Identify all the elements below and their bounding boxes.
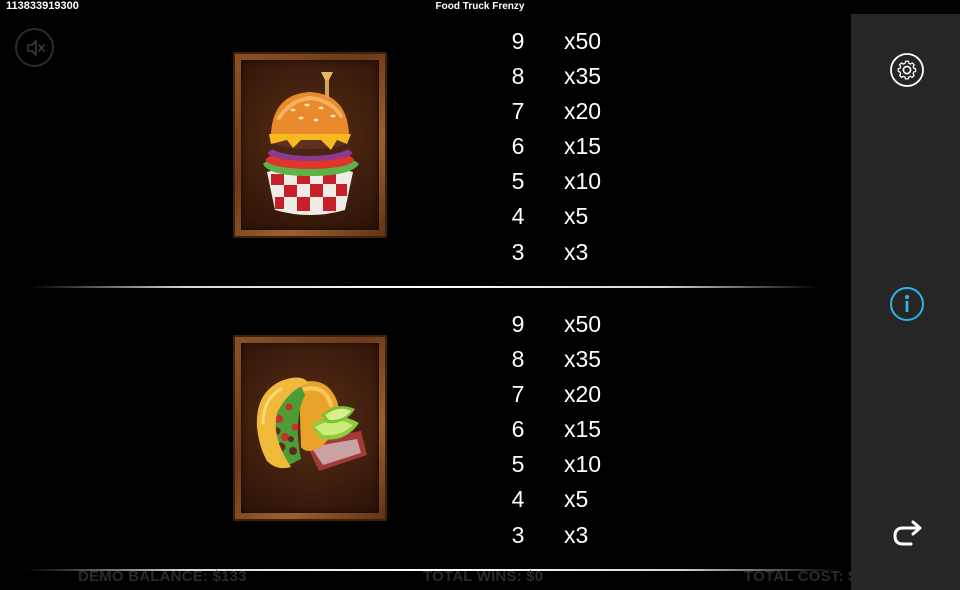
section-divider: [30, 286, 820, 288]
settings-button[interactable]: [889, 52, 925, 88]
pay-multiplier: x3: [564, 521, 589, 548]
pay-multiplier: x20: [564, 381, 602, 408]
symbol-count: 4: [511, 486, 525, 513]
pay-row: 7 x20: [505, 94, 625, 129]
pay-row: 4 x5: [505, 482, 625, 517]
pay-row: 3 x3: [505, 518, 625, 553]
burger-pays: 9 x50 8 x35 7 x20 6 x15 5 x10 4 x5 3 x3: [505, 24, 625, 270]
paytable-section-burger: 9 x50 8 x35 7 x20 6 x15 5 x10 4 x5 3 x3: [0, 24, 851, 284]
symbol-count: 8: [511, 346, 525, 373]
pay-multiplier: x35: [564, 346, 602, 373]
symbol-count: 7: [511, 381, 525, 408]
symbol-count: 7: [511, 98, 525, 125]
symbol-count: 3: [511, 521, 525, 548]
info-button[interactable]: [889, 286, 925, 322]
pay-row: 6 x15: [505, 129, 625, 164]
pay-multiplier: x5: [564, 486, 589, 513]
game-title: Food Truck Frenzy: [435, 1, 525, 12]
paytable-section-taco: 9 x50 8 x35 7 x20 6 x15 5 x10 4 x5 3 x3: [0, 307, 851, 567]
pay-multiplier: x10: [564, 168, 602, 195]
pay-row: 9 x50: [505, 307, 625, 342]
symbol-count: 8: [511, 63, 525, 90]
taco-pays: 9 x50 8 x35 7 x20 6 x15 5 x10 4 x5 3 x3: [505, 307, 625, 553]
pay-row: 7 x20: [505, 377, 625, 412]
taco-symbol: [233, 335, 387, 521]
pay-multiplier: x5: [564, 203, 589, 230]
symbol-count: 3: [511, 238, 525, 265]
pay-multiplier: x15: [564, 416, 602, 443]
pay-multiplier: x50: [564, 311, 602, 337]
footer-bar: DEMO BALANCE: $133 TOTAL WINS: $0 TOTAL …: [0, 566, 856, 590]
side-panel: [851, 14, 960, 590]
return-arrow-icon: [893, 520, 922, 546]
burger-symbol: [233, 52, 387, 238]
pay-row: 8 x35: [505, 59, 625, 94]
back-button[interactable]: [889, 518, 925, 554]
symbol-count: 5: [511, 168, 525, 195]
pay-row: 6 x15: [505, 412, 625, 447]
symbol-count: 9: [511, 311, 525, 337]
pay-row: 5 x10: [505, 164, 625, 199]
burger-icon: [263, 72, 359, 215]
symbol-count: 9: [511, 28, 525, 54]
top-bar: 113833919300 Food Truck Frenzy: [0, 0, 960, 14]
pay-multiplier: x10: [564, 451, 602, 478]
total-cost: TOTAL COST: $: [744, 568, 857, 585]
pay-multiplier: x20: [564, 98, 602, 125]
symbol-count: 5: [511, 451, 525, 478]
total-wins: TOTAL WINS: $0: [423, 568, 544, 585]
pay-row: 8 x35: [505, 342, 625, 377]
pay-multiplier: x50: [564, 28, 602, 54]
symbol-count: 6: [511, 133, 525, 160]
pay-row: 9 x50: [505, 24, 625, 59]
gear-icon: [890, 53, 924, 87]
pay-row: 5 x10: [505, 447, 625, 482]
pay-multiplier: x15: [564, 133, 602, 160]
demo-balance: DEMO BALANCE: $133: [78, 568, 247, 585]
pay-multiplier: x35: [564, 63, 602, 90]
symbol-count: 4: [511, 203, 525, 230]
symbol-count: 6: [511, 416, 525, 443]
paytable: 9x50 8x35 7x20 6x15 5x10 4x5 3x3: [0, 14, 851, 590]
pay-row: 4 x5: [505, 199, 625, 234]
taco-icon: [256, 377, 367, 471]
pay-row: 3 x3: [505, 235, 625, 270]
info-icon: [890, 287, 924, 321]
pay-multiplier: x3: [564, 238, 589, 265]
